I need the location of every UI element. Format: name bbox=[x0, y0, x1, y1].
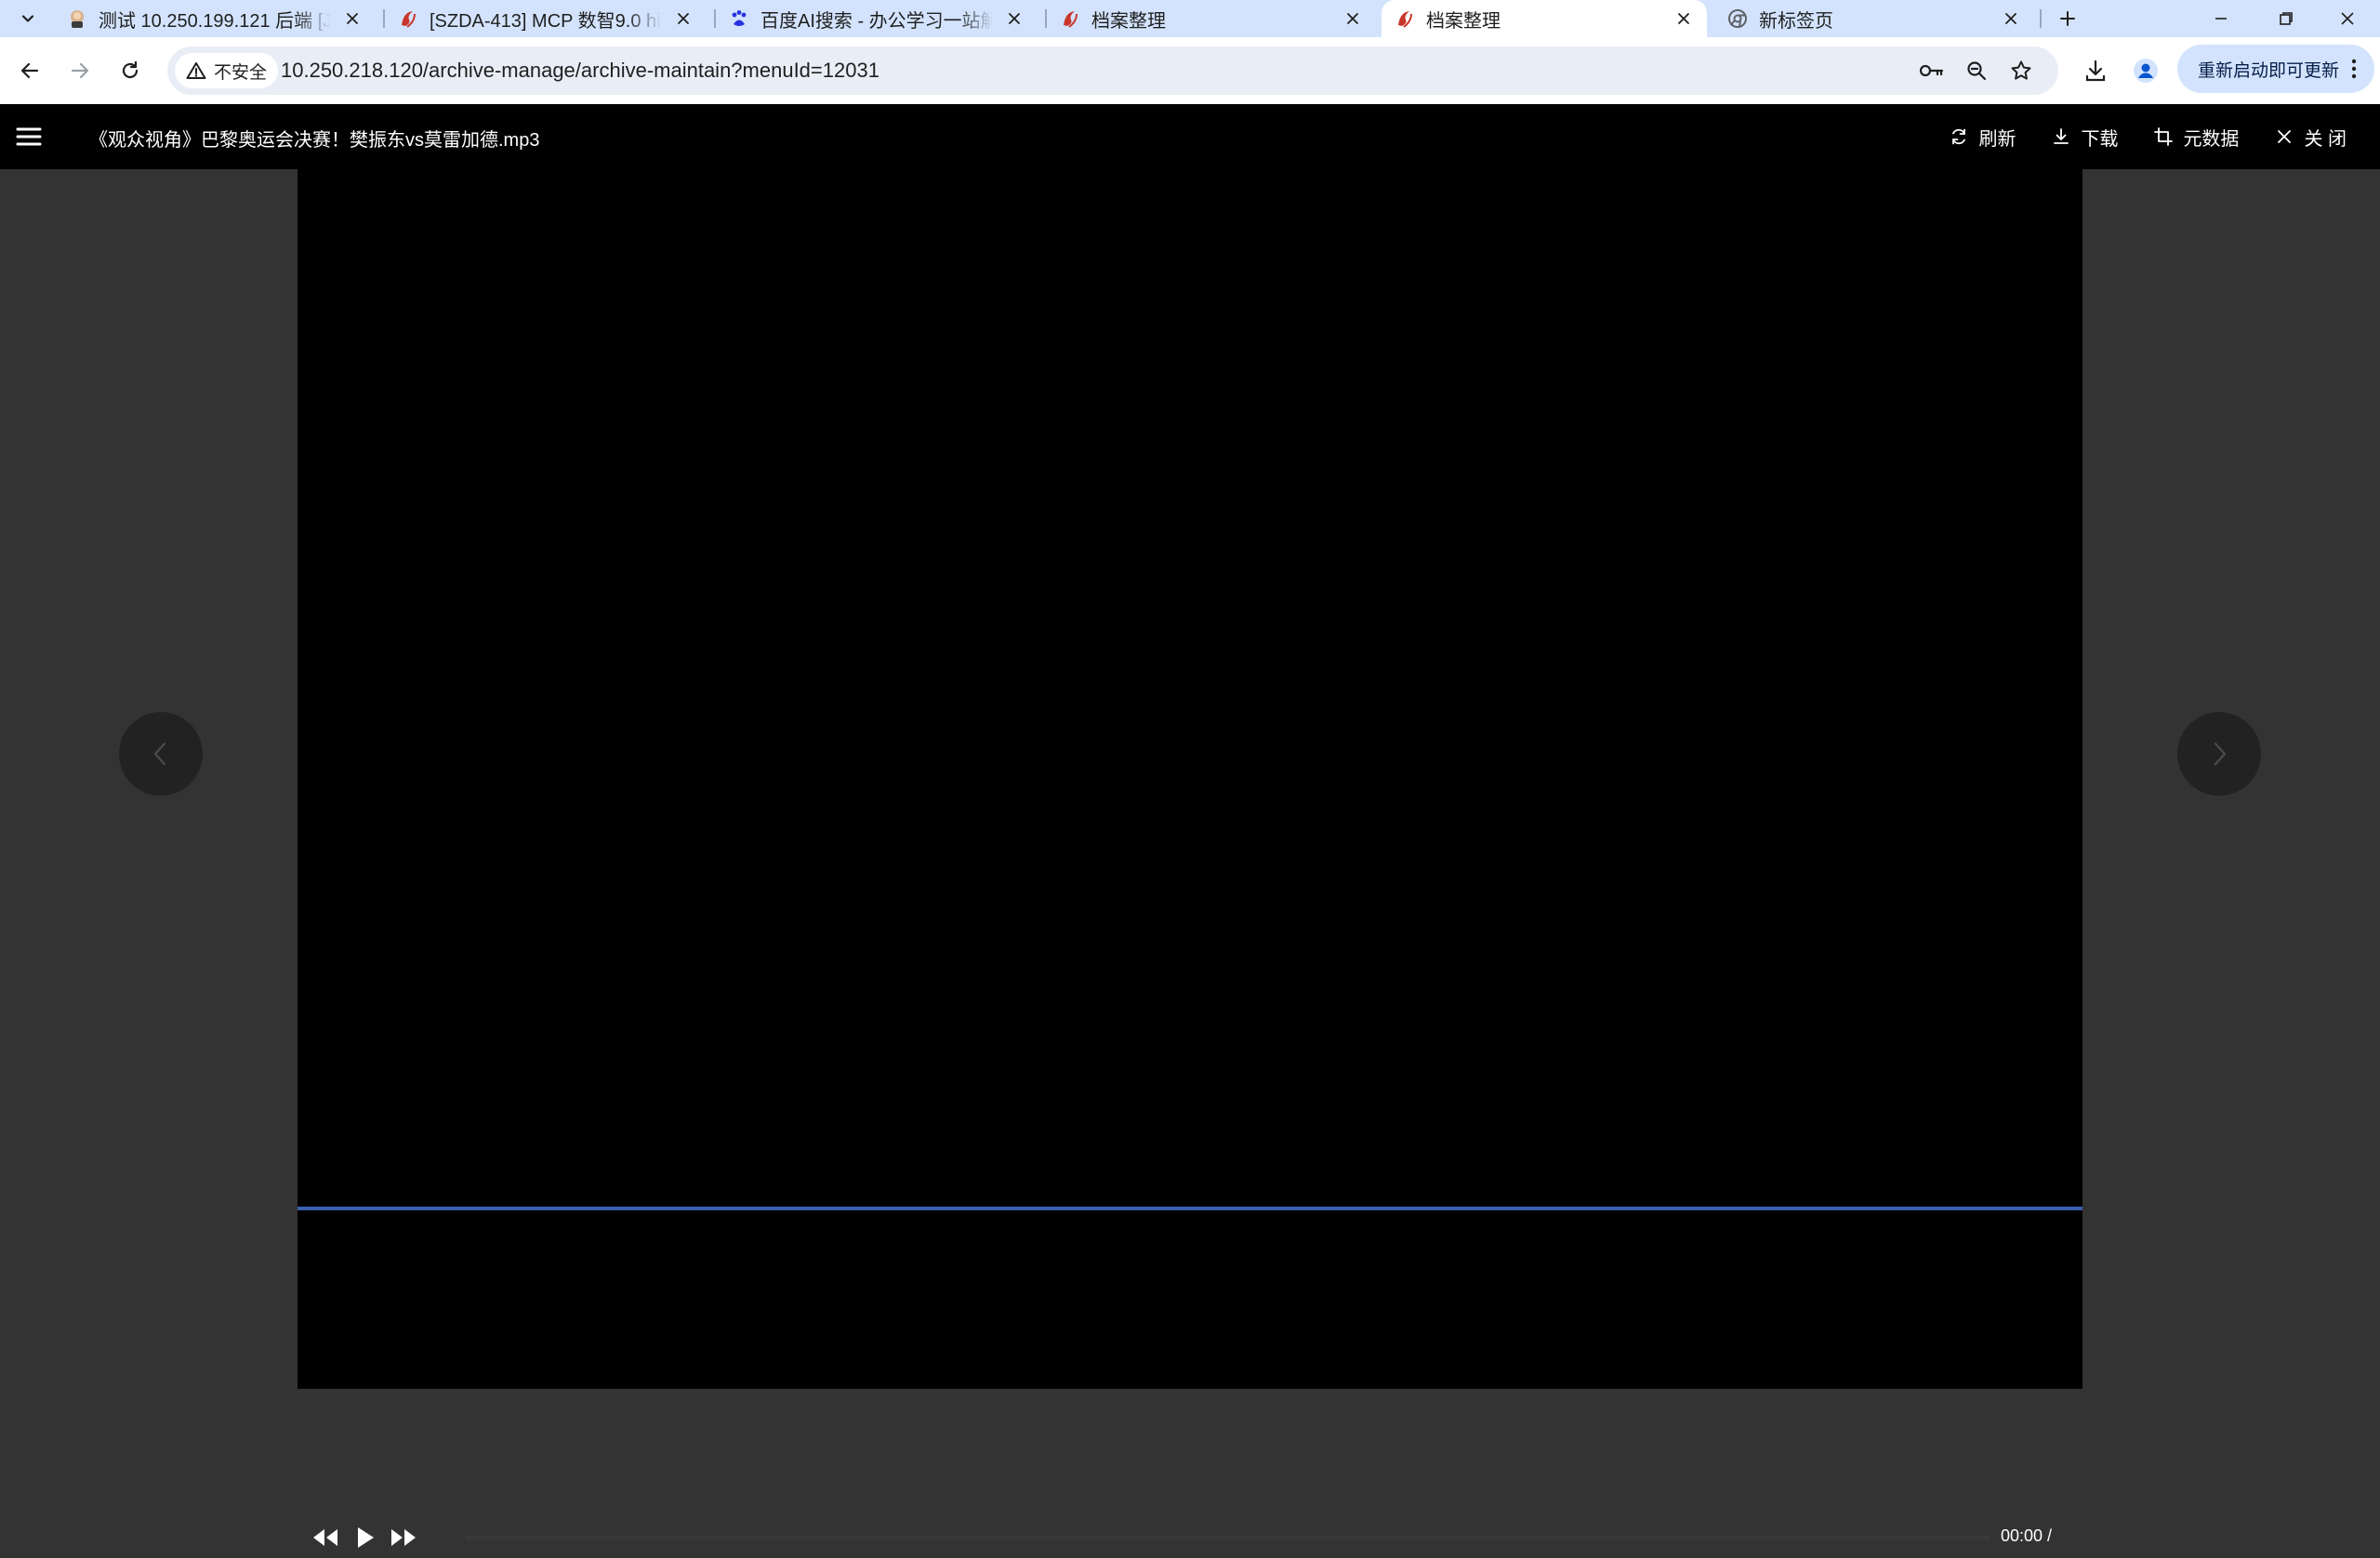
restore-button[interactable] bbox=[2254, 0, 2319, 37]
close-tab-icon[interactable] bbox=[2001, 8, 2021, 29]
restart-to-update-button[interactable]: 重新启动即可更新 bbox=[2177, 45, 2374, 93]
hamburger-menu-icon bbox=[16, 127, 42, 146]
window-close-button[interactable] bbox=[2315, 0, 2380, 37]
browser-tab-archive-active[interactable]: 档案整理 bbox=[1382, 0, 1707, 37]
close-tab-icon[interactable] bbox=[1673, 8, 1694, 29]
bookmark-button[interactable] bbox=[2006, 56, 2036, 86]
update-label: 重新启动即可更新 bbox=[2198, 60, 2340, 81]
seek-bar[interactable] bbox=[465, 1536, 1990, 1539]
tab-title: 新标签页 bbox=[1759, 10, 1833, 32]
arrow-right-icon bbox=[71, 62, 89, 79]
minimize-button[interactable] bbox=[2188, 0, 2254, 37]
rewind-button[interactable] bbox=[311, 1521, 340, 1554]
avatar-icon bbox=[2134, 59, 2158, 83]
password-key-button[interactable] bbox=[1917, 56, 1947, 86]
back-button[interactable] bbox=[11, 52, 48, 89]
media-divider-line bbox=[298, 1207, 2082, 1210]
rewind-icon bbox=[313, 1529, 337, 1546]
tab-title: 测试 10.250.199.121 后端 [Jenkins] bbox=[99, 10, 331, 32]
arrow-left-icon bbox=[20, 62, 39, 79]
browser-tab-strip: 测试 10.250.199.121 后端 [Jenkins] [SZDA-413… bbox=[0, 0, 2380, 37]
viewer-header: 《观众视角》巴黎奥运会决赛！樊振东vs莫雷加德.mp3 刷新 下载 元数据 关 … bbox=[0, 104, 2380, 169]
tab-title: 档案整理 bbox=[1426, 10, 1501, 32]
close-tab-icon[interactable] bbox=[1004, 8, 1025, 29]
play-button[interactable] bbox=[351, 1521, 379, 1554]
new-tab-button[interactable] bbox=[2051, 0, 2084, 37]
chevron-right-icon bbox=[2214, 742, 2227, 766]
close-tab-icon[interactable] bbox=[342, 8, 363, 29]
security-label: 不安全 bbox=[214, 62, 268, 83]
reload-icon bbox=[122, 60, 139, 79]
app-logo-icon bbox=[1060, 8, 1080, 29]
browser-toolbar: 不安全 10.250.218.120/archive-manage/archiv… bbox=[0, 37, 2380, 104]
download-button[interactable]: 下载 bbox=[2051, 124, 2118, 151]
app-logo-icon bbox=[398, 8, 418, 29]
refresh-icon bbox=[1949, 126, 1969, 147]
play-icon bbox=[358, 1527, 374, 1548]
close-icon bbox=[2341, 12, 2354, 25]
plus-icon bbox=[2060, 11, 2075, 26]
browser-tab-szda[interactable]: [SZDA-413] MCP 数智9.0 hibernate bbox=[385, 0, 707, 37]
key-icon bbox=[1919, 64, 1944, 77]
fast-forward-icon bbox=[391, 1529, 416, 1546]
star-icon bbox=[2011, 60, 2031, 80]
chevron-left-icon bbox=[153, 742, 166, 766]
next-file-button[interactable] bbox=[2177, 712, 2261, 796]
browser-tab-archive-1[interactable]: 档案整理 bbox=[1047, 0, 1376, 37]
close-tab-icon[interactable] bbox=[1342, 8, 1363, 29]
browser-tab-jenkins[interactable]: 测试 10.250.199.121 后端 [Jenkins] bbox=[54, 0, 376, 37]
warning-icon bbox=[186, 62, 206, 79]
close-icon bbox=[2274, 126, 2294, 147]
chevron-down-icon bbox=[21, 15, 34, 22]
address-bar[interactable]: 不安全 10.250.218.120/archive-manage/archiv… bbox=[167, 46, 2058, 95]
security-chip[interactable]: 不安全 bbox=[175, 53, 279, 88]
download-label: 下载 bbox=[2081, 128, 2119, 150]
zoom-button[interactable] bbox=[1962, 56, 1991, 86]
more-vert-icon[interactable] bbox=[2343, 56, 2365, 82]
forward-button[interactable] bbox=[61, 52, 99, 89]
tab-title: 档案整理 bbox=[1091, 10, 1166, 32]
tab-search-button[interactable] bbox=[9, 4, 46, 33]
menu-button[interactable] bbox=[15, 124, 43, 150]
chrome-icon bbox=[1727, 8, 1748, 29]
jenkins-icon bbox=[67, 8, 87, 29]
close-label: 关 闭 bbox=[2304, 128, 2347, 150]
downloads-button[interactable] bbox=[2079, 54, 2112, 87]
time-display: 00:00 / bbox=[2001, 1526, 2053, 1545]
viewer-actions: 刷新 下载 元数据 关 闭 bbox=[1949, 104, 2347, 169]
browser-tab-newtab[interactable]: 新标签页 bbox=[1714, 0, 2034, 37]
restore-icon bbox=[2280, 12, 2293, 25]
media-player[interactable]: 00:00 / bbox=[298, 169, 2082, 1548]
baidu-paw-icon bbox=[729, 8, 749, 29]
url-text[interactable]: 10.250.218.120/archive-manage/archive-ma… bbox=[281, 59, 879, 83]
crop-icon bbox=[2153, 126, 2174, 147]
app-logo-icon bbox=[1395, 8, 1415, 29]
download-icon bbox=[2085, 59, 2106, 82]
refresh-label: 刷新 bbox=[1978, 128, 2016, 150]
previous-file-button[interactable] bbox=[119, 712, 203, 796]
metadata-label: 元数据 bbox=[2183, 128, 2240, 150]
refresh-button[interactable]: 刷新 bbox=[1949, 124, 2016, 151]
tab-title: [SZDA-413] MCP 数智9.0 hibernate bbox=[430, 10, 662, 32]
profile-button[interactable] bbox=[2129, 54, 2162, 87]
metadata-button[interactable]: 元数据 bbox=[2153, 124, 2239, 151]
tab-separator bbox=[2040, 9, 2042, 28]
fast-forward-button[interactable] bbox=[389, 1521, 418, 1554]
download-icon bbox=[2051, 126, 2071, 147]
zoom-icon bbox=[1967, 61, 1987, 81]
close-tab-icon[interactable] bbox=[673, 8, 694, 29]
file-title: 《观众视角》巴黎奥运会决赛！樊振东vs莫雷加德.mp3 bbox=[89, 130, 540, 151]
browser-tab-baidu[interactable]: 百度AI搜索 - 办公学习一站解决 bbox=[716, 0, 1038, 37]
tab-title: 百度AI搜索 - 办公学习一站解决 bbox=[760, 10, 993, 32]
minimize-icon bbox=[2215, 18, 2227, 20]
reload-button[interactable] bbox=[112, 52, 149, 89]
player-controls: 00:00 / bbox=[298, 1515, 2082, 1558]
close-viewer-button[interactable]: 关 闭 bbox=[2274, 124, 2347, 151]
